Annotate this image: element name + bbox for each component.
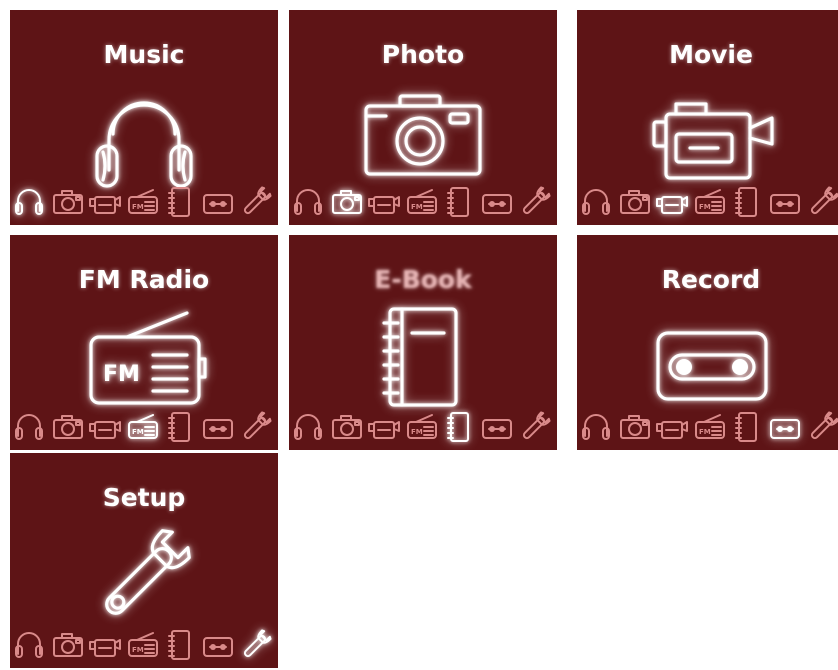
menu-icon-strip: FM [289,185,557,225]
cassette-icon[interactable] [202,185,234,217]
screen-e-book: E-Book FM [289,235,557,450]
menu-icon-strip: FM [289,410,557,450]
wrench-icon[interactable] [518,185,551,217]
notebook-icon[interactable] [443,410,475,442]
wrench-icon[interactable] [239,410,272,442]
wrench-icon[interactable] [239,628,272,660]
radio-icon[interactable]: FM [406,185,438,217]
video-camera-icon[interactable] [89,410,121,442]
camera-icon[interactable] [52,185,84,217]
screen-title: Record [661,265,761,294]
headphones-large-icon [95,101,193,188]
screen-title: Photo [381,40,465,69]
headphones-icon[interactable] [581,410,613,442]
svg-text:FM: FM [132,646,144,654]
notebook-icon[interactable] [164,628,196,660]
menu-icon-strip: FM [10,410,278,450]
video-camera-icon[interactable] [89,185,121,217]
video-camera-icon[interactable] [656,185,688,217]
notebook-large-icon [382,307,458,407]
svg-text:FM: FM [132,428,144,436]
screen-setup: Setup FM [10,453,278,668]
headphones-icon[interactable] [581,185,613,217]
screen-movie: Movie FM [577,10,838,225]
cassette-icon[interactable] [769,410,801,442]
svg-text:FM: FM [411,203,423,211]
wrench-icon[interactable] [239,185,272,217]
video-camera-icon[interactable] [368,185,400,217]
screen-photo: Photo FM [289,10,557,225]
radio-icon[interactable]: FM [694,185,726,217]
radio-icon[interactable]: FM [127,628,159,660]
radio-large-icon: FM [89,311,207,405]
menu-icon-strip: FM [577,185,838,225]
camera-icon[interactable] [619,410,651,442]
screen-title: FM Radio [78,265,210,294]
camera-large-icon [364,94,482,176]
svg-text:FM: FM [132,203,144,211]
wrench-icon[interactable] [806,185,838,217]
screen-title: Setup [102,483,186,512]
menu-icon-strip: FM [577,410,838,450]
screen-title: Movie [669,40,753,69]
notebook-icon[interactable] [731,185,763,217]
screen-fm-radio: FM Radio FM FM [10,235,278,450]
camera-icon[interactable] [619,185,651,217]
radio-icon[interactable]: FM [127,410,159,442]
video-camera-large-icon [652,102,774,180]
headphones-icon[interactable] [14,628,46,660]
radio-icon[interactable]: FM [406,410,438,442]
svg-text:FM: FM [699,428,711,436]
radio-icon[interactable]: FM [694,410,726,442]
camera-icon[interactable] [331,185,363,217]
screen-record: Record FM [577,235,838,450]
camera-icon[interactable] [52,410,84,442]
wrench-icon[interactable] [518,410,551,442]
cassette-icon[interactable] [481,410,513,442]
camera-icon[interactable] [52,628,84,660]
wrench-large-icon [105,529,191,615]
menu-icon-strip: FM [10,628,278,668]
screen-music: Music FM [10,10,278,225]
video-camera-icon[interactable] [656,410,688,442]
notebook-icon[interactable] [443,185,475,217]
menu-icon-strip: FM [10,185,278,225]
notebook-icon[interactable] [164,410,196,442]
radio-icon[interactable]: FM [127,185,159,217]
svg-text:FM: FM [411,428,423,436]
cassette-icon[interactable] [481,185,513,217]
cassette-icon[interactable] [202,410,234,442]
screen-title: E-Book [374,265,472,294]
notebook-icon[interactable] [164,185,196,217]
screen-title: Music [103,40,185,69]
cassette-large-icon [656,331,768,401]
wrench-icon[interactable] [806,410,838,442]
headphones-icon[interactable] [14,185,46,217]
camera-icon[interactable] [331,410,363,442]
cassette-icon[interactable] [769,185,801,217]
notebook-icon[interactable] [731,410,763,442]
headphones-icon[interactable] [293,185,325,217]
headphones-icon[interactable] [293,410,325,442]
svg-text:FM: FM [699,203,711,211]
video-camera-icon[interactable] [368,410,400,442]
svg-text:FM: FM [103,362,140,387]
headphones-icon[interactable] [14,410,46,442]
cassette-icon[interactable] [202,628,234,660]
video-camera-icon[interactable] [89,628,121,660]
